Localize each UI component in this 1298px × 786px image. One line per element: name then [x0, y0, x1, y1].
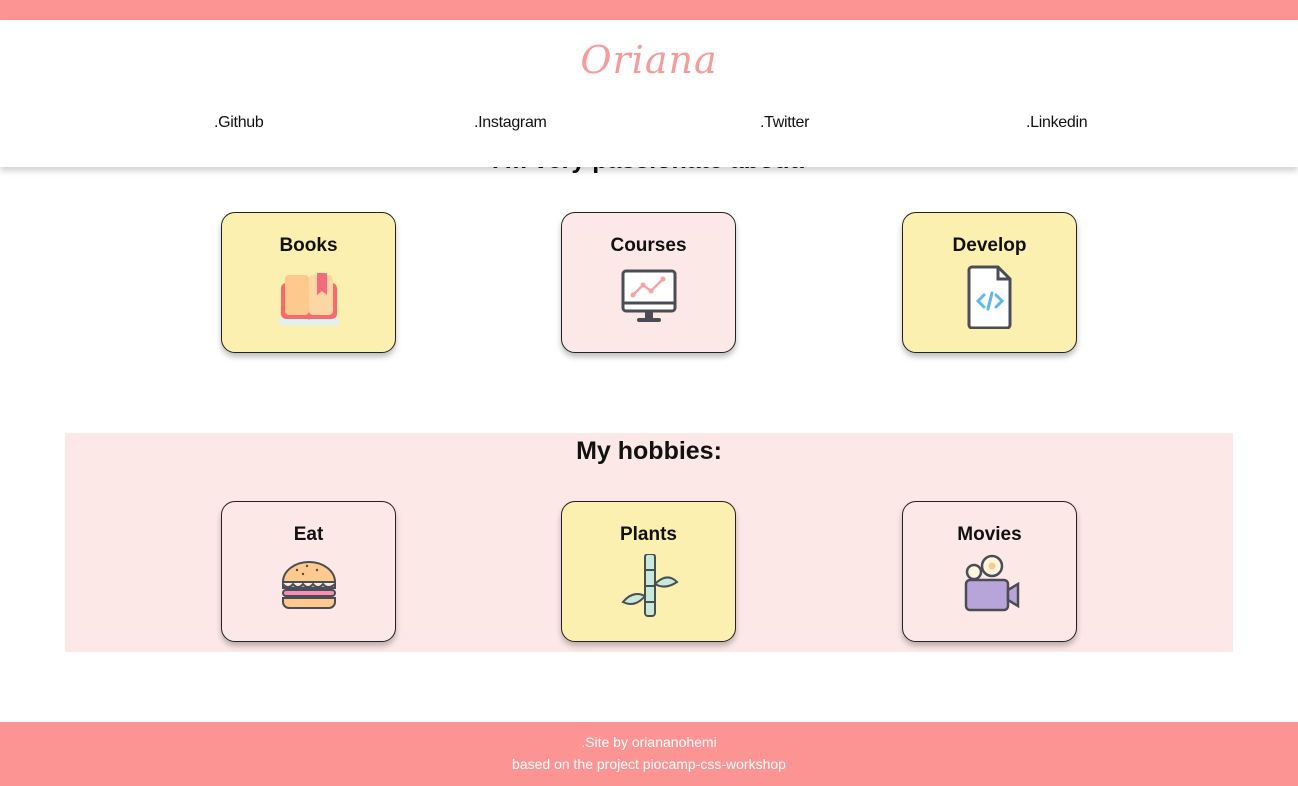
hobbies-title: My hobbies:	[576, 437, 722, 465]
monitor-chart-icon	[621, 269, 676, 322]
card-label: Courses	[610, 235, 687, 256]
top-stripe	[0, 0, 1298, 20]
card-label: Movies	[957, 524, 1022, 545]
burger-icon	[281, 561, 336, 609]
card-develop[interactable]: Develop	[902, 212, 1077, 353]
nav-link-instagram[interactable]: .Instagram	[474, 114, 547, 132]
footer-source[interactable]: based on the project piocamp-css-worksho…	[0, 756, 1298, 772]
card-label: Plants	[619, 524, 678, 545]
card-label: Books	[279, 235, 338, 256]
nav-link-github[interactable]: .Github	[214, 114, 264, 132]
card-label: Eat	[293, 524, 324, 545]
site-header: Oriana .Github .Instagram .Twitter .Link…	[0, 20, 1298, 167]
footer-credit[interactable]: .Site by oriananohemi	[0, 734, 1298, 750]
site-footer: .Site by oriananohemi based on the proje…	[0, 722, 1298, 786]
code-file-icon	[967, 265, 1011, 329]
card-courses[interactable]: Courses	[561, 212, 736, 353]
book-icon	[278, 273, 339, 325]
card-movies[interactable]: Movies	[902, 501, 1077, 642]
bamboo-icon	[620, 554, 679, 617]
card-books[interactable]: Books	[221, 212, 396, 353]
nav-link-twitter[interactable]: .Twitter	[760, 114, 809, 132]
nav-link-linkedin[interactable]: .Linkedin	[1026, 114, 1088, 132]
card-label: Develop	[952, 235, 1027, 256]
card-eat[interactable]: Eat	[221, 501, 396, 642]
site-logo[interactable]: Oriana	[0, 38, 1298, 82]
video-camera-icon	[964, 554, 1019, 612]
card-plants[interactable]: Plants	[561, 501, 736, 642]
